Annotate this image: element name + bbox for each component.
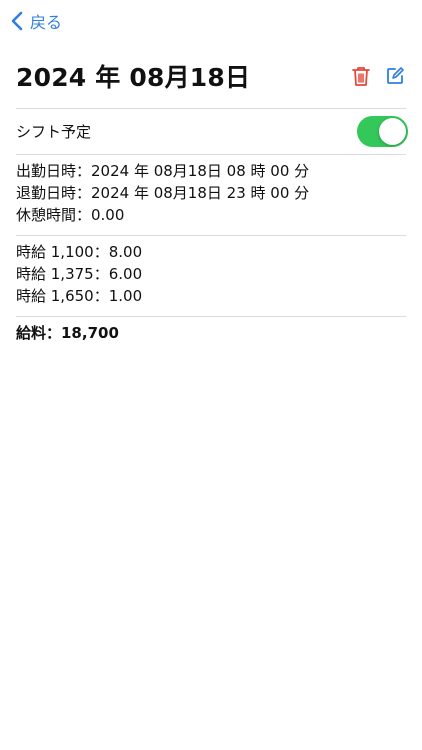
divider [16,316,406,317]
clock-out-text: 退勤日時：2024 年 08月18日 23 時 00 分 [16,184,310,202]
shift-toggle-label: シフト予定 [16,122,92,141]
wage-line: 時給 1,375：6.00 [16,265,143,283]
title-row: 2024 年 08月18日 [16,56,406,96]
switch-knob [379,117,406,145]
shift-toggle-row: シフト予定 [16,112,408,150]
trash-icon [352,67,370,86]
back-label: 戻る [30,13,63,32]
delete-button[interactable] [350,65,372,87]
back-button[interactable]: 戻る [10,9,62,33]
salary-section: 給料：18,700 [16,322,406,344]
navigation-bar: 戻る [0,0,422,44]
clock-in-text: 出勤日時：2024 年 08月18日 08 時 00 分 [16,162,310,180]
shift-toggle-switch[interactable] [357,115,408,147]
divider [16,235,406,236]
wage-details: 時給 1,100：8.00 時給 1,375：6.00 時給 1,650：1.0… [16,241,406,307]
edit-icon [387,67,404,84]
wage-line: 時給 1,650：1.00 [16,287,143,305]
header-actions [350,65,406,87]
time-details: 出勤日時：2024 年 08月18日 08 時 00 分 退勤日時：2024 年… [16,160,406,226]
divider [16,108,406,109]
page-title: 2024 年 08月18日 [16,63,251,92]
salary-total: 給料：18,700 [16,324,119,342]
divider [16,154,406,155]
edit-button[interactable] [384,65,406,87]
chevron-left-icon [11,11,23,31]
break-time-text: 休憩時間：0.00 [16,206,125,224]
wage-line: 時給 1,100：8.00 [16,243,143,261]
